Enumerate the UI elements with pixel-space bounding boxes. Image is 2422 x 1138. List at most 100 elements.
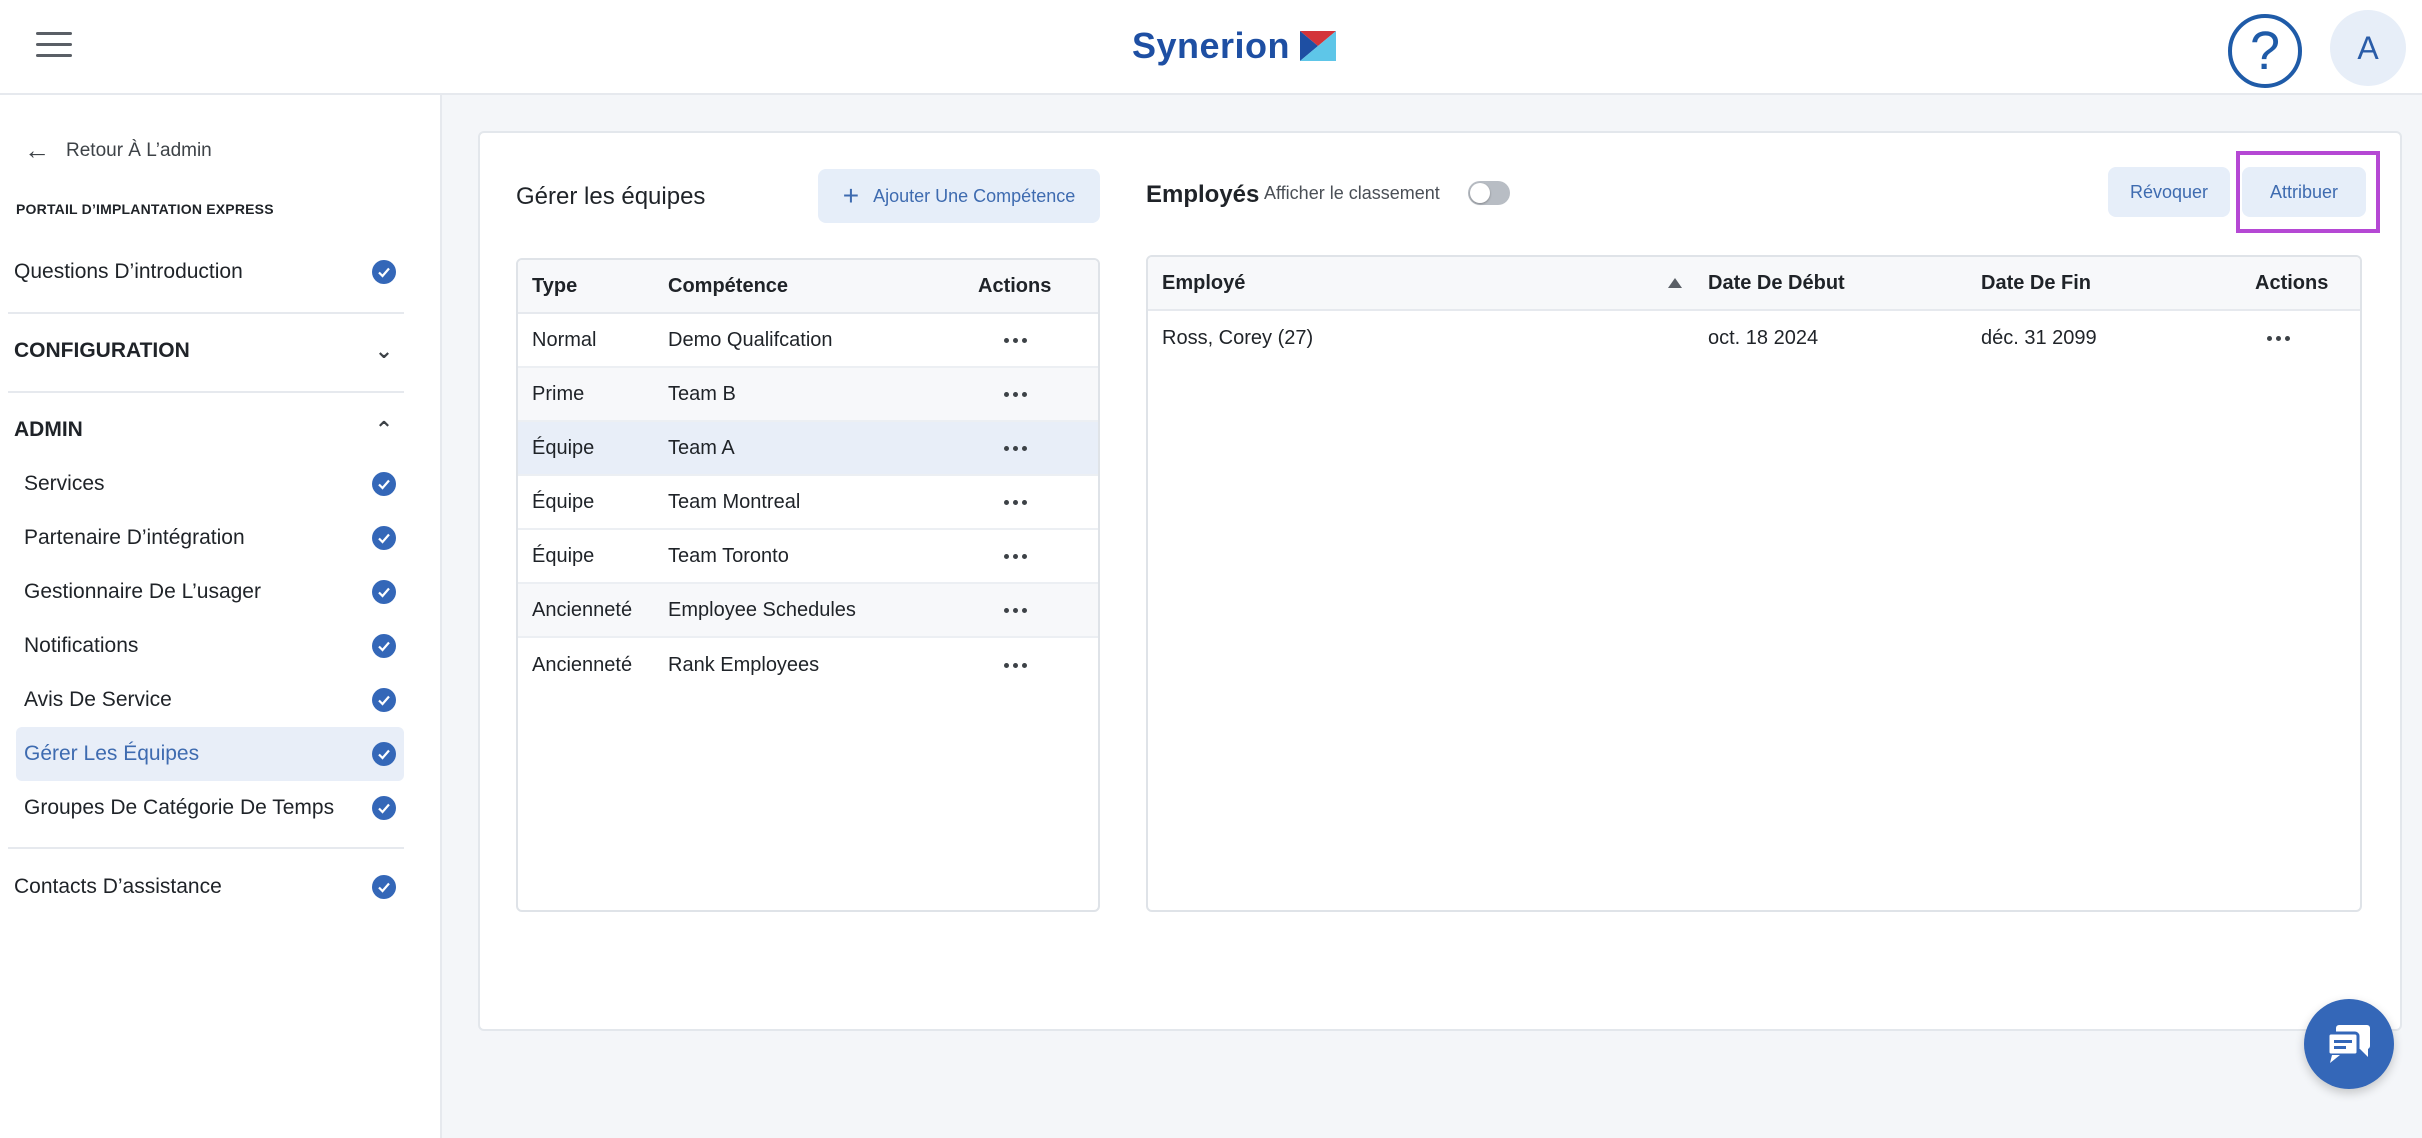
sidebar-item-manage-teams[interactable]: Gérer Les Équipes bbox=[16, 727, 404, 781]
table-row[interactable]: Normal Demo Qualifcation bbox=[518, 314, 1098, 368]
sidebar-section-admin[interactable]: ADMIN ⌃ bbox=[0, 403, 404, 457]
more-actions-icon[interactable] bbox=[1004, 499, 1098, 505]
back-to-admin-link[interactable]: ← Retour À L’admin bbox=[24, 135, 212, 166]
sidebar-section-configuration[interactable]: CONFIGURATION ⌄ bbox=[0, 324, 404, 378]
add-skill-button[interactable]: + Ajouter Une Compétence bbox=[818, 169, 1100, 223]
logo-flag-icon bbox=[1300, 31, 1337, 61]
more-actions-icon[interactable] bbox=[1004, 337, 1098, 343]
column-header-actions: Actions bbox=[2255, 271, 2329, 294]
sidebar-item-user-manager[interactable]: Gestionnaire De L’usager bbox=[0, 565, 404, 619]
cell-start-date: oct. 18 2024 bbox=[1708, 326, 1819, 349]
cell-type: Normal bbox=[532, 328, 597, 351]
cell-skill: Team A bbox=[668, 436, 735, 459]
divider bbox=[8, 312, 404, 314]
avatar[interactable]: A bbox=[2330, 10, 2406, 86]
logo: Synerion bbox=[1132, 22, 1338, 70]
sidebar-item-label: Gestionnaire De L’usager bbox=[24, 580, 261, 603]
cell-type: Équipe bbox=[532, 544, 595, 567]
section-label: CONFIGURATION bbox=[14, 339, 190, 362]
sidebar-item-label: Avis De Service bbox=[24, 688, 172, 711]
chevron-up-icon: ⌃ bbox=[374, 417, 394, 442]
sidebar-item-services[interactable]: Services bbox=[0, 457, 404, 511]
column-header-end-date[interactable]: Date De Fin bbox=[1981, 272, 2255, 295]
more-actions-icon[interactable] bbox=[1004, 391, 1098, 397]
column-header-employee[interactable]: Employé bbox=[1148, 272, 1708, 295]
portal-heading: PORTAIL D’IMPLANTATION EXPRESS bbox=[16, 201, 274, 217]
more-actions-icon[interactable] bbox=[1004, 445, 1098, 451]
employees-title: Employés bbox=[1146, 181, 1260, 208]
cell-skill: Team Montreal bbox=[668, 490, 801, 513]
cell-skill: Team B bbox=[668, 382, 736, 405]
show-ranking-toggle[interactable] bbox=[1468, 181, 1510, 205]
sidebar-item-label: Contacts D’assistance bbox=[14, 875, 222, 898]
cell-employee: Ross, Corey (27) bbox=[1162, 326, 1314, 349]
table-row[interactable]: Ancienneté Rank Employees bbox=[518, 638, 1098, 692]
cell-skill: Employee Schedules bbox=[668, 598, 856, 621]
employees-table-header: Employé Date De Début Date De Fin Action… bbox=[1148, 257, 2360, 311]
more-actions-icon[interactable] bbox=[1004, 662, 1098, 668]
sidebar-item-label: Gérer Les Équipes bbox=[24, 742, 200, 765]
logo-text: Synerion bbox=[1132, 25, 1291, 66]
cell-type: Équipe bbox=[532, 436, 595, 459]
sidebar-item-time-category-groups[interactable]: Groupes De Catégorie De Temps bbox=[0, 781, 404, 835]
teams-table: Type Compétence Actions Normal Demo Qual… bbox=[516, 258, 1100, 912]
table-row[interactable]: Équipe Team Montreal bbox=[518, 476, 1098, 530]
more-actions-icon[interactable] bbox=[2267, 335, 2355, 341]
cell-type: Prime bbox=[532, 382, 585, 405]
chevron-down-icon: ⌄ bbox=[374, 338, 394, 363]
cell-type: Ancienneté bbox=[532, 653, 633, 676]
cell-skill: Demo Qualifcation bbox=[668, 328, 833, 351]
check-circle-icon bbox=[372, 526, 396, 550]
check-circle-icon bbox=[372, 875, 396, 899]
cell-skill: Team Toronto bbox=[668, 544, 789, 567]
check-circle-icon bbox=[372, 472, 396, 496]
sidebar-item-label: Questions D’introduction bbox=[14, 260, 243, 283]
sidebar-item-label: Partenaire D’intégration bbox=[24, 526, 245, 549]
sidebar-item-service-notice[interactable]: Avis De Service bbox=[0, 673, 404, 727]
teams-title: Gérer les équipes bbox=[516, 183, 706, 210]
divider bbox=[8, 847, 404, 849]
check-circle-icon bbox=[372, 260, 396, 284]
toggle-knob bbox=[1470, 183, 1490, 203]
more-actions-icon[interactable] bbox=[1004, 553, 1098, 559]
revoke-button[interactable]: Révoquer bbox=[2108, 167, 2230, 217]
cell-end-date: déc. 31 2099 bbox=[1981, 326, 2097, 349]
sidebar-item-support-contacts[interactable]: Contacts D’assistance bbox=[0, 860, 404, 914]
chat-icon[interactable] bbox=[2304, 999, 2394, 1089]
check-circle-icon bbox=[372, 796, 396, 820]
column-header-start-date[interactable]: Date De Début bbox=[1708, 272, 1981, 295]
column-header-type[interactable]: Type bbox=[518, 275, 668, 298]
help-icon[interactable]: ? bbox=[2228, 14, 2302, 88]
sidebar-item-integration-partner[interactable]: Partenaire D’intégration bbox=[0, 511, 404, 565]
table-row[interactable]: Équipe Team Toronto bbox=[518, 530, 1098, 584]
check-circle-icon bbox=[372, 742, 396, 766]
table-row-selected[interactable]: Équipe Team A bbox=[518, 422, 1098, 476]
add-skill-label: Ajouter Une Compétence bbox=[873, 185, 1076, 206]
top-bar: Synerion ? A bbox=[0, 0, 2422, 95]
more-actions-icon[interactable] bbox=[1004, 607, 1098, 613]
section-label: ADMIN bbox=[14, 418, 83, 441]
menu-icon[interactable] bbox=[36, 32, 72, 60]
sidebar-item-label: Notifications bbox=[24, 634, 139, 657]
employees-table: Employé Date De Début Date De Fin Action… bbox=[1146, 255, 2362, 912]
check-circle-icon bbox=[372, 688, 396, 712]
sidebar-item-notifications[interactable]: Notifications bbox=[0, 619, 404, 673]
assign-highlight-box bbox=[2236, 151, 2380, 233]
cell-type: Ancienneté bbox=[532, 598, 633, 621]
sidebar-item-label: Services bbox=[24, 472, 105, 495]
table-row[interactable]: Ross, Corey (27) oct. 18 2024 déc. 31 20… bbox=[1148, 311, 2360, 365]
table-row[interactable]: Ancienneté Employee Schedules bbox=[518, 584, 1098, 638]
column-header-skill[interactable]: Compétence bbox=[668, 275, 978, 298]
sidebar: ← Retour À L’admin PORTAIL D’IMPLANTATIO… bbox=[0, 95, 442, 1138]
table-row[interactable]: Prime Team B bbox=[518, 368, 1098, 422]
manage-teams-card: Gérer les équipes + Ajouter Une Compéten… bbox=[478, 131, 2402, 1031]
back-label: Retour À L’admin bbox=[66, 139, 212, 161]
show-ranking-label: Afficher le classement bbox=[1264, 183, 1440, 203]
cell-type: Équipe bbox=[532, 490, 595, 513]
sidebar-item-intro[interactable]: Questions D’introduction bbox=[0, 245, 404, 299]
teams-table-header: Type Compétence Actions bbox=[518, 260, 1098, 314]
arrow-left-icon: ← bbox=[24, 135, 50, 165]
sidebar-item-label: Groupes De Catégorie De Temps bbox=[24, 796, 335, 819]
check-circle-icon bbox=[372, 634, 396, 658]
plus-icon: + bbox=[842, 180, 860, 211]
